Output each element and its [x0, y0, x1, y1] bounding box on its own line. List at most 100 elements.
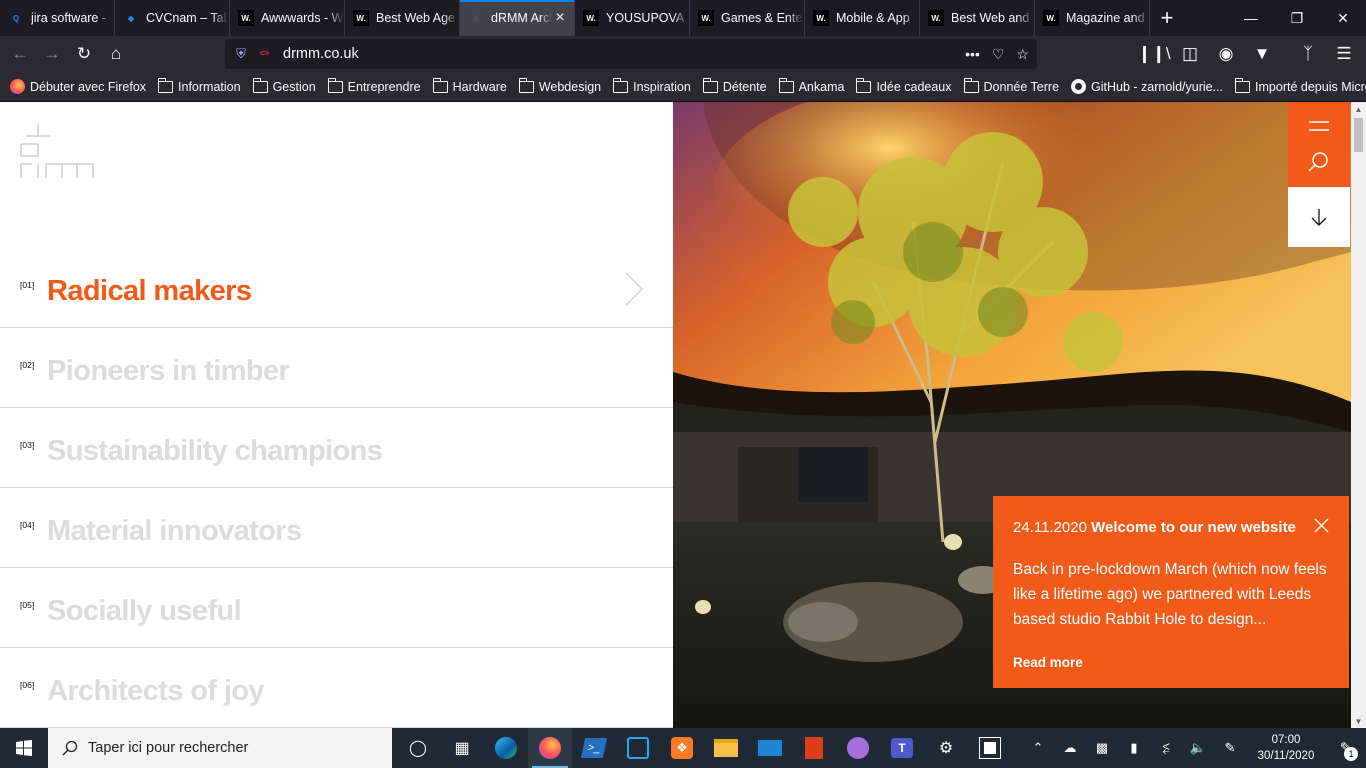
browser-tab[interactable]: W. YOUSUPOVA	[575, 0, 690, 36]
menu-item[interactable]: [02] Pioneers in timber	[0, 328, 673, 408]
bookmark-label: Détente	[722, 79, 767, 94]
minimize-button[interactable]: —	[1228, 0, 1274, 36]
menu-item[interactable]: [04] Material innovators	[0, 488, 673, 568]
clock[interactable]: 07:00 30/11/2020	[1246, 732, 1326, 764]
taskbar-search[interactable]: Taper ici pour rechercher	[48, 728, 392, 768]
store-icon[interactable]	[968, 728, 1012, 768]
menu-item[interactable]: [05] Socially useful	[0, 568, 673, 648]
bookmark-label: Information	[178, 79, 241, 94]
bookmark-item[interactable]: Hardware	[432, 77, 507, 94]
browser-tab[interactable]: ◆ CVCnam – Tal	[115, 0, 230, 36]
reload-button[interactable]: ↻	[68, 38, 100, 70]
app-purple-icon[interactable]	[836, 728, 880, 768]
close-tab-icon[interactable]: ×	[552, 9, 568, 27]
bookmark-item[interactable]: Webdesign	[518, 77, 601, 94]
arrow-down-icon	[1311, 209, 1327, 226]
url-text[interactable]: drmm.co.uk	[283, 46, 359, 62]
site-menu-icon[interactable]	[1309, 121, 1329, 131]
browser-tab[interactable]: W. Best Web and	[920, 0, 1035, 36]
powershell-icon[interactable]: >_	[572, 728, 616, 768]
extension-v-icon[interactable]: ▼	[1246, 38, 1278, 70]
app-blue-icon[interactable]	[616, 728, 660, 768]
folder-icon	[702, 77, 718, 93]
firefox-taskbar-icon[interactable]	[528, 728, 572, 768]
menu-item-number: [02]	[20, 360, 35, 370]
battery-icon[interactable]: ▮	[1118, 728, 1150, 768]
onedrive-cloud-icon[interactable]: ☁	[1054, 728, 1086, 768]
close-window-button[interactable]: ✕	[1320, 0, 1366, 36]
cortana-icon[interactable]: ◯	[396, 728, 440, 768]
folder-icon	[856, 77, 872, 93]
edge-icon[interactable]	[484, 728, 528, 768]
bookmark-item[interactable]: Entreprendre	[327, 77, 421, 94]
new-tab-button[interactable]: +	[1150, 0, 1184, 36]
page-actions-icon[interactable]: •••	[965, 46, 980, 62]
pocket-icon[interactable]: ♡	[992, 46, 1005, 63]
menu-item[interactable]: [01] Radical makers	[0, 248, 673, 328]
search-placeholder: Taper ici pour rechercher	[88, 740, 249, 756]
scroll-down-button[interactable]	[1288, 187, 1350, 247]
menu-item-label: Material innovators	[47, 515, 302, 547]
news-title[interactable]: Welcome to our new website	[1091, 519, 1296, 536]
bookmark-item[interactable]: Information	[158, 77, 241, 94]
action-center-icon[interactable]: ✎ 1	[1326, 728, 1366, 768]
teams-icon[interactable]: T	[880, 728, 924, 768]
wifi-icon[interactable]: ⥶	[1150, 728, 1182, 768]
browser-tab[interactable]: W. Best Web Age	[345, 0, 460, 36]
bookmark-item[interactable]: Ankama	[778, 77, 844, 94]
restore-button[interactable]: ❐	[1274, 0, 1320, 36]
task-view-icon[interactable]: ▦	[440, 728, 484, 768]
bookmark-star-icon[interactable]: ☆	[1016, 46, 1029, 63]
bookmark-item[interactable]: Gestion	[252, 77, 316, 94]
bookmark-item[interactable]: Détente	[702, 77, 767, 94]
library-icon[interactable]: ❙❙\	[1137, 38, 1170, 70]
bookmark-item[interactable]: Donnée Terre	[963, 77, 1059, 94]
read-more-link[interactable]: Read more	[1013, 655, 1083, 670]
browser-tab[interactable]: W. Mobile & App	[805, 0, 920, 36]
home-button[interactable]: ⌂	[100, 38, 132, 70]
browser-tab[interactable]: W. Games & Ente	[690, 0, 805, 36]
forward-button[interactable]: →	[36, 38, 68, 70]
office-icon[interactable]	[792, 728, 836, 768]
bookmark-item[interactable]: Débuter avec Firefox	[10, 79, 146, 94]
back-button[interactable]: ←	[4, 38, 36, 70]
address-bar[interactable]: ⛨ ⚰ drmm.co.uk ••• ♡ ☆	[225, 39, 1037, 69]
page-scrollbar[interactable]: ▲ ▼	[1351, 102, 1366, 728]
volume-icon[interactable]: 🔈	[1182, 728, 1214, 768]
file-explorer-icon[interactable]	[704, 728, 748, 768]
browser-tab[interactable]: Qjira software -	[0, 0, 115, 36]
drmm-logo[interactable]	[20, 124, 94, 180]
scrollbar-thumb[interactable]	[1354, 118, 1363, 152]
bookmark-item[interactable]: Importé depuis Micros...	[1235, 77, 1366, 94]
tab-title: YOUSUPOVA	[606, 11, 685, 25]
menu-item[interactable]: [06] Architects of joy	[0, 648, 673, 728]
chevron-up-icon[interactable]: ⌃	[1022, 728, 1054, 768]
sidebar-icon[interactable]: ◫	[1174, 38, 1206, 70]
bookmark-label: Hardware	[452, 79, 507, 94]
bookmark-item[interactable]: Inspiration	[613, 77, 691, 94]
menu-hamburger-icon[interactable]: ☰	[1328, 38, 1360, 70]
browser-tab[interactable]: W. Magazine and	[1035, 0, 1150, 36]
translate-icon[interactable]: ᛉ	[1292, 38, 1324, 70]
settings-gear-icon[interactable]: ⚙	[924, 728, 968, 768]
start-button[interactable]	[0, 728, 48, 768]
mail-icon[interactable]	[748, 728, 792, 768]
browser-tab[interactable]: d dRMM Arch ×	[460, 0, 575, 36]
site-search-icon[interactable]	[1308, 152, 1328, 172]
bookmark-label: Inspiration	[633, 79, 691, 94]
scroll-down-arrow-icon[interactable]: ▼	[1351, 714, 1366, 728]
scroll-up-arrow-icon[interactable]: ▲	[1351, 102, 1366, 116]
tab-favicon-icon: W.	[698, 10, 714, 26]
bookmark-label: Débuter avec Firefox	[30, 79, 147, 94]
bookmark-item[interactable]: Idée cadeaux	[856, 77, 952, 94]
xampp-icon[interactable]: ❖	[660, 728, 704, 768]
bookmark-item[interactable]: GitHub - zarnold/yurie...	[1071, 79, 1223, 94]
browser-tab[interactable]: W. Awwwards - W	[230, 0, 345, 36]
tracking-protection-shield-icon[interactable]: ⛨	[233, 46, 249, 62]
pen-icon[interactable]: ✎	[1214, 728, 1246, 768]
insecure-connection-icon[interactable]: ⚰	[259, 46, 277, 62]
tray-app-icon[interactable]: ▩	[1086, 728, 1118, 768]
extension-icon[interactable]: ◉	[1210, 38, 1242, 70]
menu-item[interactable]: [03] Sustainability champions	[0, 408, 673, 488]
close-icon[interactable]	[1314, 518, 1329, 533]
